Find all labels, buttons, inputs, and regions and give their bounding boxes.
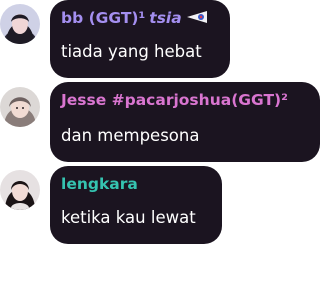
message-bubble: Jesse #pacarjoshua(GGT)² dan mempesona: [50, 82, 320, 162]
author-row: lengkara: [61, 175, 138, 193]
author-name[interactable]: bb (GGT)¹: [61, 9, 145, 27]
author-row: Jesse #pacarjoshua(GGT)²: [61, 91, 288, 109]
avatar-image: [0, 4, 40, 44]
chat-message: lengkara ketika kau lewat: [0, 166, 320, 246]
avatar-image: [0, 170, 40, 210]
flag-badge-icon: [186, 10, 208, 28]
avatar[interactable]: [0, 170, 40, 210]
avatar[interactable]: [0, 4, 40, 44]
author-name[interactable]: Jesse #pacarjoshua(GGT)²: [61, 91, 288, 109]
avatar-image: [0, 87, 40, 127]
chat-message: Jesse #pacarjoshua(GGT)² dan mempesona: [0, 82, 320, 164]
message-text: dan mempesona: [61, 126, 200, 145]
avatar[interactable]: [0, 87, 40, 127]
message-text: tiada yang hebat: [61, 42, 202, 61]
author-tag: tsia: [149, 9, 182, 27]
author-row: bb (GGT)¹ tsia: [61, 9, 208, 28]
message-bubble: lengkara ketika kau lewat: [50, 166, 222, 244]
chat-message: bb (GGT)¹ tsia tiada yang hebat: [0, 0, 320, 80]
author-name[interactable]: lengkara: [61, 175, 138, 193]
message-text: ketika kau lewat: [61, 208, 196, 227]
message-bubble: bb (GGT)¹ tsia tiada yang hebat: [50, 0, 230, 78]
